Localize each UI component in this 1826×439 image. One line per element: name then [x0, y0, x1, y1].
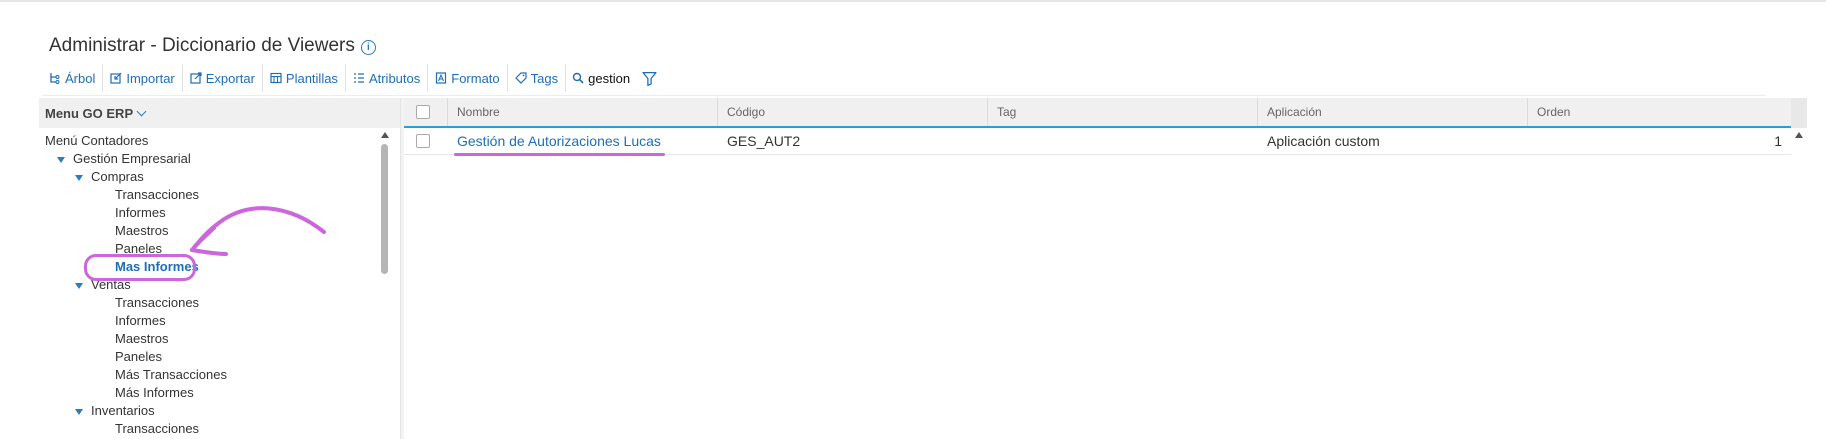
cell-tag	[988, 128, 1258, 154]
tree-item-label: Ventas	[91, 277, 131, 292]
table-row[interactable]: Gestión de Autorizaciones Lucas GES_AUT2…	[404, 128, 1791, 155]
search-box[interactable]: gestion	[566, 71, 663, 86]
tag-icon	[514, 72, 527, 84]
tree-item[interactable]: Más Informes	[115, 384, 194, 402]
tree-item[interactable]: Menú Contadores	[45, 132, 148, 150]
tree-item-label: Transacciones	[115, 187, 200, 202]
tags-button-label: Tags	[530, 70, 559, 86]
tree-item[interactable]: Transacciones	[115, 294, 199, 312]
cell-codigo: GES_AUT2	[727, 133, 801, 149]
tree-item[interactable]: Transacciones	[115, 186, 199, 204]
column-header-aplicacion[interactable]: Aplicación	[1258, 98, 1528, 126]
tree-item[interactable]: Inventarios	[75, 402, 155, 420]
row-select-cell	[404, 128, 448, 154]
row-checkbox[interactable]	[416, 134, 430, 148]
cell-orden: 1	[1774, 133, 1782, 149]
tree-scrollbar[interactable]	[380, 130, 389, 439]
tree-button-label: Árbol	[65, 70, 96, 86]
cell-aplicacion: Aplicación custom	[1267, 133, 1380, 149]
format-button[interactable]: Formato	[428, 64, 508, 92]
templates-icon	[270, 72, 282, 84]
grid-header: Nombre Código Tag Aplicación Orden	[404, 98, 1791, 128]
tree-icon	[50, 73, 60, 84]
templates-button[interactable]: Plantillas	[263, 64, 346, 92]
caret-down-icon[interactable]	[75, 282, 83, 289]
export-icon	[190, 72, 202, 84]
tree-item[interactable]: Ventas	[75, 276, 131, 294]
select-all-cell	[404, 98, 448, 126]
tree-item-label: Más Transacciones	[115, 367, 227, 382]
tree-item-label: Mas Informes	[115, 259, 199, 274]
templates-button-label: Plantillas	[285, 70, 338, 86]
column-header-nombre[interactable]: Nombre	[448, 98, 718, 126]
toolbar-divider	[42, 95, 1766, 96]
tree-item-label: Informes	[115, 313, 166, 328]
scroll-up-icon[interactable]	[381, 132, 389, 138]
top-border	[0, 0, 1826, 2]
tree-item[interactable]: Informes	[115, 312, 166, 330]
menu-tree: Menú Contadores Gestión Empresarial Compra…	[39, 132, 379, 439]
tags-button[interactable]: Tags	[508, 64, 567, 92]
import-icon	[110, 72, 122, 84]
import-button[interactable]: Importar	[103, 64, 183, 92]
page-title: Administrar - Diccionario de Viewers i	[49, 35, 376, 57]
tree-item-label: Paneles	[115, 241, 162, 256]
tree-item[interactable]: Transacciones	[115, 420, 199, 438]
scrollbar-thumb[interactable]	[381, 144, 388, 274]
attributes-button-label: Atributos	[368, 70, 421, 86]
format-icon	[436, 72, 447, 84]
tree-button[interactable]: Árbol	[42, 64, 104, 92]
menu-selector[interactable]: Menu GO ERP	[39, 98, 400, 128]
tree-item-label: Maestros	[115, 223, 169, 238]
tree-item-label: Gestión Empresarial	[73, 151, 191, 166]
tree-item[interactable]: Mas Informes	[115, 258, 199, 276]
page-title-text: Administrar - Diccionario de Viewers	[49, 35, 355, 56]
info-icon[interactable]: i	[360, 40, 376, 55]
grid-scroll-header	[1791, 98, 1807, 128]
caret-down-icon[interactable]	[75, 408, 83, 415]
filter-icon[interactable]	[642, 71, 657, 86]
export-button-label: Exportar	[205, 70, 255, 86]
caret-down-icon[interactable]	[75, 174, 83, 181]
tree-item[interactable]: Paneles	[115, 240, 162, 258]
tree-item[interactable]: Paneles	[115, 348, 162, 366]
column-header-tag[interactable]: Tag	[988, 98, 1258, 126]
tree-item[interactable]: Maestros	[115, 222, 168, 240]
tree-item-label: Más Informes	[115, 385, 194, 400]
search-icon[interactable]	[572, 72, 584, 84]
column-header-orden[interactable]: Orden	[1528, 98, 1791, 126]
tree-item-label: Compras	[91, 169, 144, 184]
export-button[interactable]: Exportar	[183, 64, 263, 92]
import-button-label: Importar	[126, 70, 175, 86]
tree-item-label: Transacciones	[115, 295, 200, 310]
viewer-name-link[interactable]: Gestión de Autorizaciones Lucas	[457, 133, 661, 149]
grid-scrollbar[interactable]	[1794, 130, 1804, 439]
column-header-codigo[interactable]: Código	[718, 98, 988, 126]
toolbar: Árbol Importar Exportar Plantillas Atrib…	[42, 64, 663, 92]
menu-selector-label: Menu GO ERP	[45, 105, 134, 121]
tree-item-label: Paneles	[115, 349, 162, 364]
format-button-label: Formato	[451, 70, 500, 86]
tree-item[interactable]: Compras	[75, 168, 144, 186]
cell-nombre: Gestión de Autorizaciones Lucas	[448, 128, 718, 154]
select-all-checkbox[interactable]	[416, 105, 430, 119]
tree-item-label: Transacciones	[115, 421, 200, 436]
scroll-up-icon[interactable]	[1795, 132, 1803, 138]
tree-item-label: Menú Contadores	[45, 133, 149, 148]
search-input[interactable]: gestion	[588, 71, 630, 86]
attributes-icon	[353, 73, 364, 83]
tree-item[interactable]: Más Transacciones	[115, 366, 227, 384]
tree-item-label: Inventarios	[91, 403, 155, 418]
chevron-down-icon	[136, 106, 147, 116]
tree-item[interactable]: Informes	[115, 204, 166, 222]
tree-item[interactable]: Maestros	[115, 330, 168, 348]
tree-item[interactable]: Gestión Empresarial	[57, 150, 191, 168]
tree-item-label: Informes	[115, 205, 166, 220]
caret-down-icon[interactable]	[57, 156, 65, 163]
tree-item-label: Maestros	[115, 331, 169, 346]
attributes-button[interactable]: Atributos	[346, 64, 429, 92]
